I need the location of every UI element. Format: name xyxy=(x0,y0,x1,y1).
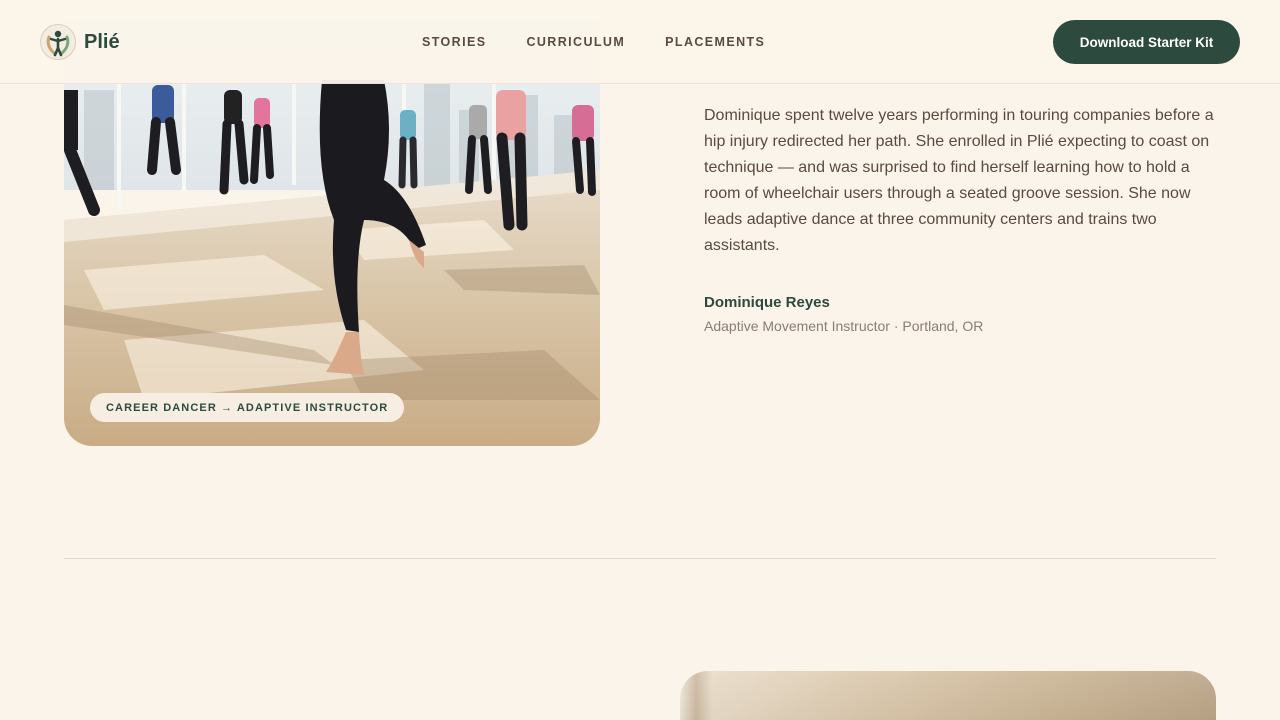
person-name: Dominique Reyes xyxy=(704,294,830,311)
main-nav: STORIES CURRICULUM PLACEMENTS xyxy=(422,34,765,50)
story-body: Dominique spent twelve years performing … xyxy=(704,107,1214,254)
next-story-photo xyxy=(680,671,1216,720)
person-role: Adaptive Movement Instructor · Portland,… xyxy=(704,318,984,334)
section-divider xyxy=(64,558,1216,559)
career-path-tag: CAREER DANCER → ADAPTIVE INSTRUCTOR xyxy=(90,393,405,422)
nav-link-curriculum[interactable]: CURRICULUM xyxy=(526,34,625,50)
site-header: Plié STORIES CURRICULUM PLACEMENTS Downl… xyxy=(0,0,1280,84)
photo-shade xyxy=(680,671,1216,720)
brand-logo[interactable]: Plié xyxy=(40,24,120,60)
brand-name: Plié xyxy=(84,30,120,53)
nav-link-placements[interactable]: PLACEMENTS xyxy=(665,34,765,50)
download-starter-kit-button[interactable]: Download Starter Kit xyxy=(1053,20,1240,64)
nav-link-stories[interactable]: STORIES xyxy=(422,34,486,50)
dancer-figure-icon xyxy=(40,24,76,60)
